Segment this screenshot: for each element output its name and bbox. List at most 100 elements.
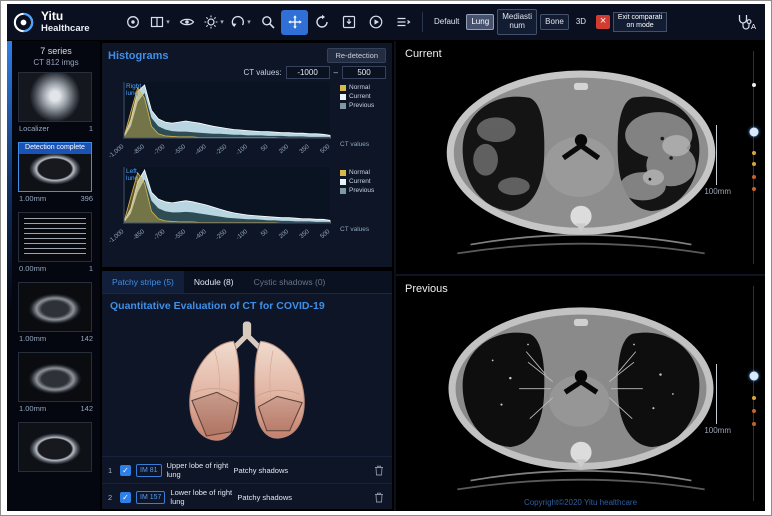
svg-text:350: 350 xyxy=(298,228,311,240)
sidebar-accent-bar xyxy=(7,41,12,311)
redetection-button[interactable]: Re-detection xyxy=(327,48,386,63)
check-icon: ✓ xyxy=(122,466,129,475)
tab-nodule[interactable]: Nodule (8) xyxy=(184,271,244,293)
delete-button[interactable] xyxy=(374,492,386,503)
x-axis-label: CT values xyxy=(340,141,386,148)
series-label: 1.00mm xyxy=(19,334,46,343)
tab-cystic-shadows[interactable]: Cystic shadows (0) xyxy=(244,271,336,293)
refresh-tool-button[interactable] xyxy=(308,10,335,35)
series-image-count: 1 xyxy=(89,264,93,273)
main-content: 7 series CT 812 imgs Localizer 1 Detecti… xyxy=(7,41,765,511)
svg-text:-100: -100 xyxy=(235,143,249,157)
image-number-badge[interactable]: IM 157 xyxy=(136,491,165,504)
svg-text:-700: -700 xyxy=(152,228,166,242)
magnifier-icon xyxy=(260,14,276,30)
series-label: 1.00mm xyxy=(19,194,46,203)
ct-values-label: CT values: xyxy=(243,68,281,77)
legend-normal: Normal xyxy=(349,169,370,176)
chevron-down-icon: ▾ xyxy=(220,18,224,26)
finding-row[interactable]: 2 ✓ IM 157 Lower lobe of right lung Patc… xyxy=(102,483,392,509)
svg-text:-250: -250 xyxy=(214,228,228,242)
slider-handle[interactable] xyxy=(749,127,758,136)
preset-lung[interactable]: Lung xyxy=(466,14,494,31)
profile-initial: A xyxy=(751,22,756,31)
series-thumbnail[interactable] xyxy=(18,422,92,472)
series-thumbnail[interactable] xyxy=(18,72,92,122)
toolbar-divider xyxy=(422,12,423,32)
series-item: 1.00mm 142 xyxy=(18,282,94,343)
series-item-partial xyxy=(18,422,94,472)
tab-patchy-stripe[interactable]: Patchy stripe (5) xyxy=(102,271,184,293)
window-level-tool-button[interactable]: ▾ xyxy=(200,10,227,35)
ct-max-input[interactable] xyxy=(342,66,386,79)
pan-tool-button[interactable] xyxy=(281,10,308,35)
current-swatch-icon xyxy=(340,179,346,185)
slice-slider[interactable] xyxy=(749,286,758,501)
finding-row[interactable]: 1 ✓ IM 81 Upper lobe of right lung Patch… xyxy=(102,456,392,483)
series-thumbnail[interactable] xyxy=(18,352,92,402)
trash-icon xyxy=(374,492,384,503)
ct-min-input[interactable] xyxy=(286,66,330,79)
flip-rotate-tool-button[interactable]: ▾ xyxy=(227,10,254,35)
series-thumbnail[interactable] xyxy=(18,212,92,262)
legend-normal: Normal xyxy=(349,84,370,91)
refresh-icon xyxy=(314,14,330,30)
slider-handle[interactable] xyxy=(749,372,758,381)
lesion-marker xyxy=(752,175,756,179)
series-label: 1.00mm xyxy=(19,404,46,413)
preset-3d[interactable]: 3D xyxy=(572,15,590,30)
series-layout-icon xyxy=(149,14,165,30)
viewport-previous[interactable]: Previous xyxy=(396,276,765,511)
findings-panel: Patchy stripe (5) Nodule (8) Cystic shad… xyxy=(102,271,392,509)
scale-label: 100mm xyxy=(704,426,731,435)
lesion-marker xyxy=(752,422,756,426)
detection-complete-badge: Detection complete xyxy=(19,143,91,154)
viewport-column: Current xyxy=(394,41,765,511)
cine-play-button[interactable] xyxy=(362,10,389,35)
series-image-count: 396 xyxy=(80,194,93,203)
yitu-app: Yitu Healthcare ▾ ▾ ▾ xyxy=(7,4,765,511)
lesion-marker xyxy=(752,162,756,166)
series-item: 1.00mm 142 xyxy=(18,352,94,413)
preset-bone[interactable]: Bone xyxy=(540,14,569,31)
preset-default[interactable]: Default xyxy=(430,15,463,30)
slice-slider[interactable] xyxy=(749,51,758,264)
series-label: 0.00mm xyxy=(19,264,46,273)
scale-ruler: 100mm xyxy=(704,125,731,196)
preset-mediastinum[interactable]: Mediastinum xyxy=(497,9,537,35)
exit-comparison-button[interactable]: × Exit comparation mode xyxy=(596,12,667,33)
series-thumbnail[interactable] xyxy=(18,282,92,332)
lesion-location: Lower lobe of right lung xyxy=(170,488,232,507)
svg-text:-400: -400 xyxy=(194,143,208,157)
lung-illustration xyxy=(102,314,392,456)
x-axis-label: CT values xyxy=(340,226,386,233)
visibility-tool-button[interactable] xyxy=(173,10,200,35)
series-info: CT 812 imgs xyxy=(18,58,94,67)
series-item-localizer: Localizer 1 xyxy=(18,72,94,133)
image-number-badge[interactable]: IM 81 xyxy=(136,464,162,477)
row-checkbox[interactable]: ✓ xyxy=(120,465,131,476)
delete-button[interactable] xyxy=(374,465,386,476)
doctor-profile-button[interactable]: A xyxy=(736,13,756,31)
series-count: 7 series xyxy=(18,46,94,56)
layout-tool-button[interactable]: ▾ xyxy=(146,10,173,35)
scale-ruler: 100mm xyxy=(704,364,731,435)
row-index: 1 xyxy=(108,466,115,475)
series-image-count: 142 xyxy=(80,334,93,343)
viewport-current[interactable]: Current xyxy=(396,41,765,276)
zoom-tool-button[interactable] xyxy=(254,10,281,35)
app-window: Yitu Healthcare ▾ ▾ ▾ xyxy=(0,0,772,516)
localizer-tool-button[interactable] xyxy=(119,10,146,35)
evaluation-title: Quantitative Evaluation of CT for COVID-… xyxy=(102,294,392,314)
export-tool-button[interactable] xyxy=(335,10,362,35)
svg-text:50: 50 xyxy=(260,143,270,153)
series-thumbnail[interactable]: Detection complete xyxy=(18,142,92,192)
trash-icon xyxy=(374,465,384,476)
svg-text:-550: -550 xyxy=(173,228,187,242)
target-icon xyxy=(125,14,141,30)
histograms-title: Histograms xyxy=(108,50,169,62)
row-checkbox[interactable]: ✓ xyxy=(120,492,131,503)
yitu-logo-icon xyxy=(12,11,35,34)
report-list-button[interactable] xyxy=(389,10,416,35)
legend-previous: Previous xyxy=(349,102,374,109)
